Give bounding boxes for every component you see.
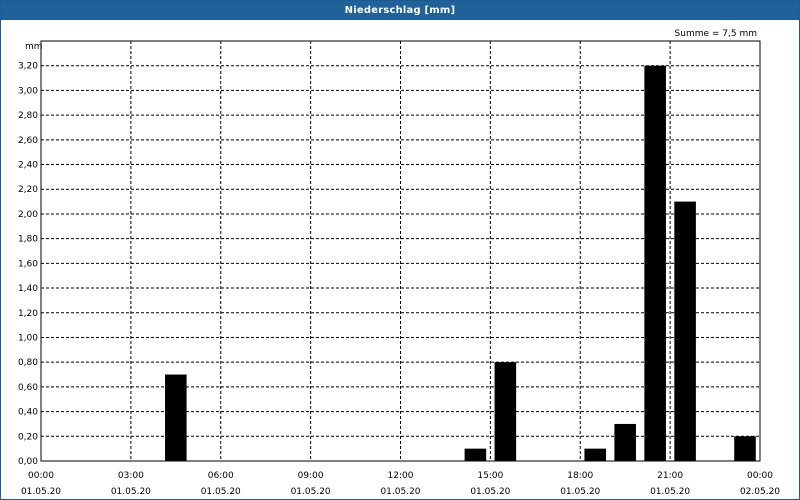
bar	[494, 362, 517, 461]
x-tick-time-label: 15:00	[477, 471, 503, 481]
x-tick-date-label: 01.05.20	[560, 487, 600, 497]
y-axis-unit: mm	[25, 42, 43, 52]
chart-window: Niederschlag [mm] Summe = 7,5 mm mm 0,00…	[0, 0, 800, 500]
y-tick-label: 0,40	[18, 408, 38, 418]
y-tick-label: 2,80	[18, 111, 38, 121]
x-tick-date-label: 01.05.20	[650, 487, 690, 497]
precipitation-chart: Summe = 7,5 mm mm 0,00 0,20 0,40 0,60 0,80 1,…	[18, 29, 780, 497]
x-tick-time-label: 00:00	[28, 471, 54, 481]
x-tick-date-label: 01.05.20	[21, 487, 61, 497]
x-tick-date-label: 01.05.20	[201, 487, 241, 497]
x-tick-date-label: 01.05.20	[470, 487, 510, 497]
y-tick-label: 2,00	[18, 210, 38, 220]
bar	[674, 201, 696, 461]
y-ticks: 0,00 0,20 0,40 0,60 0,80 1,00 1,20 1,40 1,60 1,80…	[18, 62, 38, 467]
y-tick-label: 1,60	[18, 259, 38, 269]
x-tick-time-label: 09:00	[298, 471, 324, 481]
y-tick-label: 0,80	[18, 358, 38, 368]
y-tick-label: 0,00	[18, 457, 38, 467]
chart-title: Niederschlag [mm]	[1, 1, 799, 20]
x-tick-time-label: 00:00	[747, 471, 773, 481]
y-tick-label: 1,20	[18, 309, 38, 319]
y-tick-label: 1,00	[18, 333, 38, 343]
x-tick-time-label: 18:00	[567, 471, 593, 481]
y-tick-label: 2,40	[18, 161, 38, 171]
x-tick-date-label: 01.05.20	[380, 487, 420, 497]
y-tick-label: 0,60	[18, 383, 38, 393]
x-tick-date-label: 02.05.20	[740, 487, 780, 497]
x-ticks: 00:00 01.05.20 03:00 01.05.20 06:00 01.05.20 0…	[21, 471, 780, 497]
y-tick-label: 1,80	[18, 235, 38, 245]
bar	[644, 65, 666, 462]
bar	[464, 448, 487, 461]
y-tick-label: 2,60	[18, 136, 38, 146]
x-tick-time-label: 21:00	[657, 471, 683, 481]
y-tick-label: 1,40	[18, 284, 38, 294]
x-tick-date-label: 01.05.20	[291, 487, 331, 497]
x-tick-time-label: 06:00	[208, 471, 234, 481]
sum-label: Summe = 7,5 mm	[675, 29, 757, 39]
x-tick-time-label: 03:00	[118, 471, 144, 481]
y-tick-label: 0,20	[18, 432, 38, 442]
bar	[165, 374, 187, 461]
y-tick-label: 3,20	[18, 62, 38, 72]
bar	[734, 436, 756, 461]
bar	[614, 423, 636, 461]
x-tick-date-label: 01.05.20	[111, 487, 151, 497]
y-tick-label: 3,00	[18, 86, 38, 96]
x-tick-time-label: 12:00	[388, 471, 414, 481]
bar	[584, 448, 607, 461]
y-tick-label: 2,20	[18, 185, 38, 195]
